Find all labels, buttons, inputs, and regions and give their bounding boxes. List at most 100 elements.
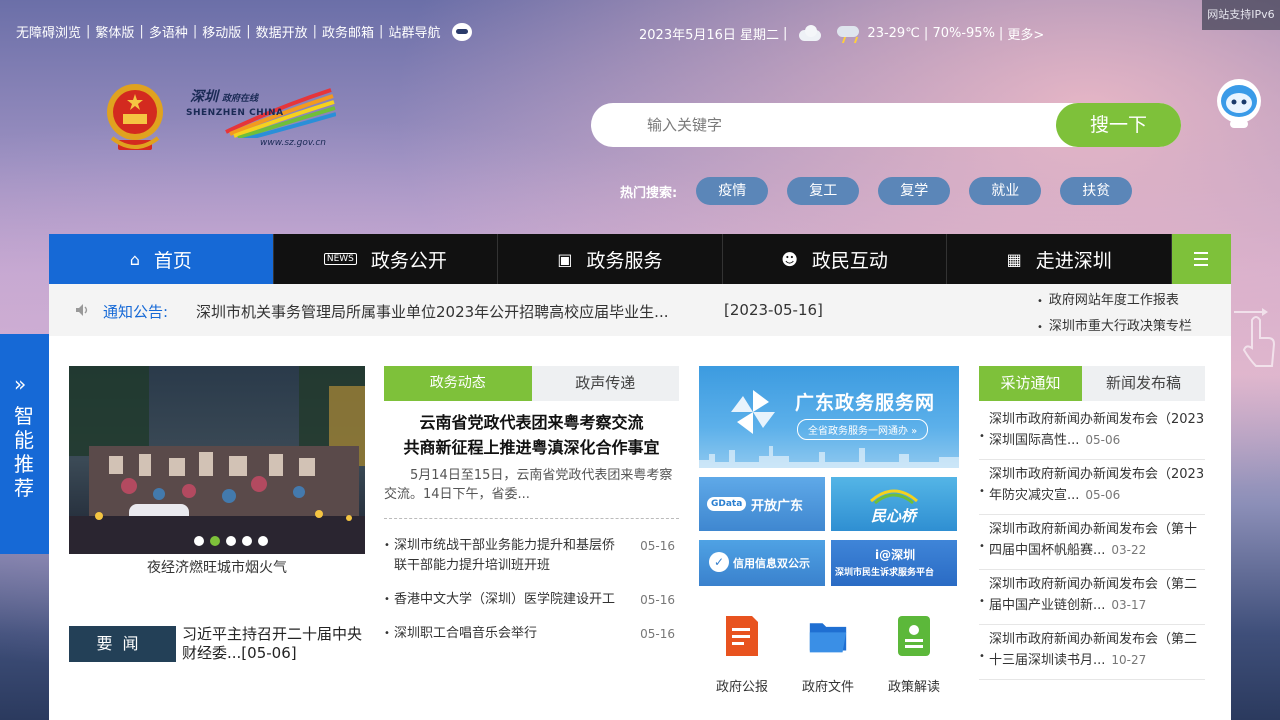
date-weather: 2023年5月16日 星期二 | 23-29℃ | 70%-95% | 更多>	[639, 22, 1044, 44]
carousel-caption[interactable]: 夜经济燃旺城市烟火气	[69, 557, 365, 577]
contact-book-icon	[898, 616, 930, 656]
banner-subtitle: 全省政务服务一网通办 »	[797, 419, 929, 440]
major-decision-link[interactable]: 深圳市重大行政决策专栏	[1037, 314, 1192, 340]
carousel-dots	[194, 536, 268, 546]
night-market-photo	[69, 366, 365, 554]
smart-recommend-tab[interactable]: » 智能推荐	[0, 334, 49, 554]
credit-info-tile[interactable]: ✓ 信用信息双公示	[699, 540, 825, 586]
skyline-icon	[699, 446, 959, 468]
carousel-dot[interactable]	[258, 536, 268, 546]
current-date: 2023年5月16日 星期二	[639, 27, 780, 43]
robot-icon[interactable]	[452, 22, 473, 41]
hand-pointer-icon	[1234, 308, 1276, 367]
home-icon: ⌂	[129, 249, 140, 269]
list-item[interactable]: 深圳市政府新闻办新闻发布会（第二十三届深圳读书月...10-27	[979, 625, 1205, 680]
list-item[interactable]: 深圳职工合唱音乐会举行 05-16	[384, 624, 679, 644]
news-tabs: 政务动态 政声传递	[384, 366, 679, 401]
hot-term-resume-work[interactable]: 复工	[787, 177, 860, 205]
carousel-dot-active[interactable]	[210, 536, 220, 546]
important-news-tag: 要闻	[69, 626, 176, 662]
notice-date: [2023-05-16]	[724, 301, 823, 319]
open-data-link[interactable]: 数据开放	[256, 22, 308, 41]
list-item[interactable]: 深圳市政府新闻办新闻发布会（2023深圳国际高性...05-06	[979, 405, 1205, 460]
list-item[interactable]: 深圳市政府新闻办新闻发布会（第二届中国产业链创新...03-17	[979, 570, 1205, 625]
cloudy-icon	[797, 24, 823, 42]
headline[interactable]: 云南省党政代表团来粤考察交流 共商新征程上推进粤滇深化合作事宜	[384, 410, 679, 460]
list-item[interactable]: 深圳市统战干部业务能力提升和基层侨联干部能力提升培训班开班 05-16	[384, 536, 679, 576]
site-navigation-link[interactable]: 站群导航	[388, 22, 440, 41]
news-icon: NEWS	[323, 253, 357, 265]
shield-check-icon: ✓	[709, 552, 729, 572]
news-list: 深圳市统战干部业务能力提升和基层侨联干部能力提升培训班开班 05-16 香港中文…	[384, 536, 679, 658]
pinwheel-icon	[731, 390, 775, 434]
site-logo[interactable]: 深圳 政府在线 SHENZHEN CHINA www.sz.gov.cn	[186, 86, 336, 152]
tab-gov-dynamics[interactable]: 政务动态	[384, 366, 532, 401]
monitor-icon: ▣	[557, 249, 573, 269]
accessibility-link[interactable]: 无障碍浏览	[16, 22, 81, 41]
hot-search: 热门搜索: 疫情 复工 复学 就业 扶贫	[620, 177, 1133, 205]
hot-term-employment[interactable]: 就业	[969, 177, 1042, 205]
mobile-version-link[interactable]: 移动版	[202, 22, 241, 41]
guangdong-service-banner[interactable]: 广东政务服务网 全省政务服务一网通办 »	[699, 366, 959, 468]
hot-search-label: 热门搜索:	[620, 185, 678, 201]
hot-term-resume-school[interactable]: 复学	[878, 177, 951, 205]
gov-mail-link[interactable]: 政务邮箱	[322, 22, 374, 41]
list-item[interactable]: 深圳市政府新闻办新闻发布会（2023年防灾减灾宣...05-06	[979, 460, 1205, 515]
carousel-dot[interactable]	[242, 536, 252, 546]
logo-english: SHENZHEN CHINA	[186, 108, 284, 118]
quick-links: 政府网站年度工作报表 深圳市重大行政决策专栏	[1037, 288, 1192, 340]
open-guangdong-tile[interactable]: GData 开放广东	[699, 477, 825, 531]
gdata-cloud-icon: GData	[707, 497, 747, 511]
gov-gazette-button[interactable]: 政府公报	[699, 614, 785, 695]
top-links: 无障碍浏览 | 繁体版 | 多语种 | 移动版 | 数据开放 | 政务邮箱 | 站群导航	[16, 22, 473, 41]
list-item[interactable]: 香港中文大学（深圳）医学院建设开工 05-16	[384, 590, 679, 610]
notice-bar: 通知公告: 深圳市机关事务管理局所属事业单位2023年公开招聘高校应届毕业生..…	[49, 284, 1231, 336]
building-icon: ▦	[1006, 249, 1022, 269]
tab-gov-voice[interactable]: 政声传递	[532, 366, 680, 401]
press-tabs: 采访通知 新闻发布稿	[979, 366, 1205, 401]
minxinqiao-tile[interactable]: 民心桥	[831, 477, 957, 531]
national-emblem-icon	[107, 84, 163, 150]
annual-report-link[interactable]: 政府网站年度工作报表	[1037, 288, 1192, 314]
search-box: 搜一下	[591, 103, 1181, 147]
weather-readout: 23-29℃ | 70%-95%	[867, 25, 995, 41]
menu-button[interactable]	[1171, 234, 1231, 284]
document-icon	[726, 616, 758, 656]
double-chevron-right-icon: »	[14, 372, 27, 396]
multilingual-link[interactable]: 多语种	[149, 22, 188, 41]
notice-link[interactable]: 深圳市机关事务管理局所属事业单位2023年公开招聘高校应届毕业生...	[196, 301, 696, 322]
nav-gov-services[interactable]: ▣ 政务服务	[498, 234, 723, 284]
banner-title: 广东政务服务网	[795, 392, 936, 414]
carousel-dot[interactable]	[226, 536, 236, 546]
service-icons: 政府公报 政府文件 政策解读	[699, 614, 959, 695]
ai-assistant-icon[interactable]	[1212, 76, 1266, 130]
important-news-link[interactable]: 习近平主持召开二十届中央财经委...[05-06]	[182, 625, 367, 663]
search-button[interactable]: 搜一下	[1056, 103, 1181, 147]
headline-summary: 5月14日至15日，云南省党政代表团来粤考察交流。14日下午，省委...	[384, 468, 673, 502]
tab-press-release[interactable]: 新闻发布稿	[1082, 366, 1205, 401]
nav-about-shenzhen[interactable]: ▦ 走进深圳	[947, 234, 1172, 284]
list-item[interactable]: 深圳市政府新闻办新闻发布会（第十四届中国杯帆船赛...03-22	[979, 515, 1205, 570]
hot-term-epidemic[interactable]: 疫情	[696, 177, 769, 205]
nav-home[interactable]: ⌂ 首页	[49, 234, 274, 284]
top-bar: 无障碍浏览 | 繁体版 | 多语种 | 移动版 | 数据开放 | 政务邮箱 | 站群导航 2…	[0, 0, 1280, 62]
thunder-rain-icon	[835, 22, 861, 44]
traditional-chinese-link[interactable]: 繁体版	[95, 22, 134, 41]
logo-chinese: 深圳 政府在线	[190, 89, 259, 105]
ipv6-badge: 网站支持IPv6	[1202, 0, 1280, 30]
search-input[interactable]	[647, 103, 1047, 147]
nav-gov-affairs-open[interactable]: NEWS 政务公开	[274, 234, 499, 284]
hot-term-poverty-relief[interactable]: 扶贫	[1060, 177, 1133, 205]
people-icon: ☻	[781, 249, 798, 269]
carousel-dot[interactable]	[194, 536, 204, 546]
hamburger-icon	[1194, 252, 1209, 254]
weather-more-link[interactable]: 更多>	[1007, 24, 1044, 43]
nav-interaction[interactable]: ☻ 政民互动	[723, 234, 948, 284]
gov-documents-button[interactable]: 政府文件	[785, 614, 871, 695]
livelihood-appeal-tile[interactable]: i@深圳 深圳市民生诉求服务平台	[831, 540, 957, 586]
folder-icon	[809, 623, 847, 653]
tab-interview-notice[interactable]: 采访通知	[979, 366, 1082, 401]
policy-interpretation-button[interactable]: 政策解读	[871, 614, 957, 695]
carousel-image[interactable]	[69, 366, 365, 554]
smart-recommend-label: 智能推荐	[14, 404, 34, 500]
